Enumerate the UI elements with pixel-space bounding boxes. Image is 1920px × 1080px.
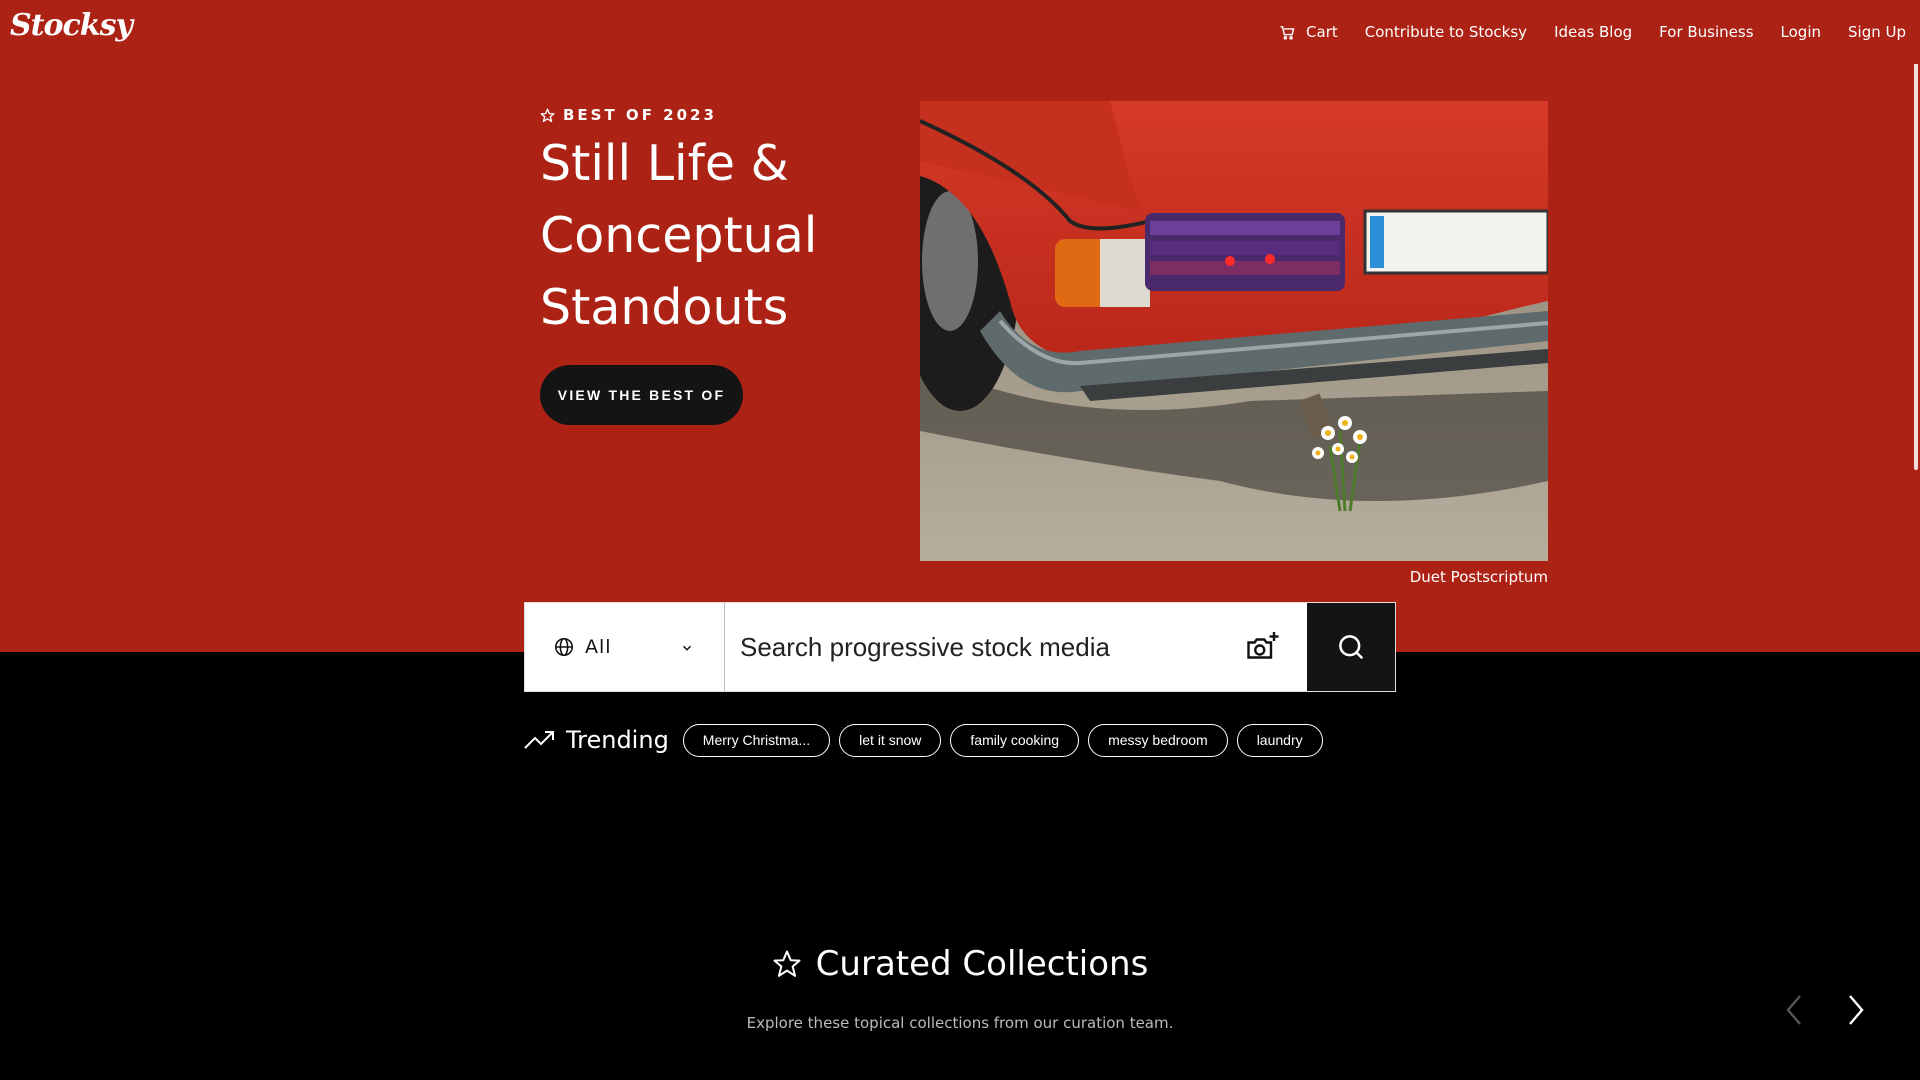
carousel-prev-button[interactable]: [1780, 992, 1810, 1028]
nav-cart[interactable]: Cart: [1279, 23, 1338, 41]
nav-contribute[interactable]: Contribute to Stocksy: [1365, 23, 1527, 41]
nav-links: Cart Contribute to Stocksy Ideas Blog Fo…: [1279, 0, 1906, 64]
trending-label: Trending: [524, 726, 669, 754]
star-icon: [773, 950, 801, 977]
search-icon: [1339, 635, 1364, 660]
search-type-label: All: [585, 636, 612, 658]
cart-icon: [1280, 25, 1295, 40]
search-input[interactable]: [725, 603, 1217, 691]
nav-ideas-blog[interactable]: Ideas Blog: [1554, 23, 1632, 41]
top-navigation: Stocksy Cart Contribute to Stocksy Ideas…: [0, 0, 1920, 64]
trending-tag[interactable]: Merry Christma...: [682, 723, 831, 757]
trending-row: Trending Merry Christma... let it snow f…: [524, 722, 1323, 758]
stocksy-logo[interactable]: Stocksy: [10, 8, 133, 43]
curated-subtitle: Explore these topical collections from o…: [746, 1014, 1174, 1032]
hero-section: BEST OF 2023 Still Life & Conceptual Sta…: [0, 0, 1920, 652]
nav-login[interactable]: Login: [1781, 23, 1821, 41]
chevron-left-icon: [1786, 995, 1801, 1025]
hero-title: Still Life & Conceptual Standouts: [540, 135, 818, 336]
camera-plus-icon: [1247, 632, 1279, 659]
trending-tag[interactable]: family cooking: [950, 723, 1080, 757]
star-icon: [540, 108, 555, 122]
image-credit[interactable]: Duet Postscriptum: [1410, 568, 1548, 586]
hero-image[interactable]: [920, 101, 1548, 561]
trending-tag[interactable]: messy bedroom: [1088, 723, 1228, 757]
trending-tag[interactable]: let it snow: [839, 723, 942, 757]
nav-sign-up[interactable]: Sign Up: [1848, 23, 1906, 41]
chevron-down-icon: [682, 645, 692, 651]
search-type-dropdown[interactable]: All: [525, 603, 725, 691]
hero-eyebrow-label: BEST OF 2023: [563, 106, 717, 124]
chevron-right-icon: [1849, 995, 1864, 1025]
page-scrollbar[interactable]: [1912, 0, 1920, 1080]
trending-tag[interactable]: laundry: [1236, 723, 1323, 757]
trending-up-icon: [524, 731, 554, 749]
curated-collections-heading: Curated Collections: [0, 944, 1920, 984]
hero-eyebrow: BEST OF 2023: [540, 106, 717, 124]
curated-title-text: Curated Collections: [815, 944, 1149, 984]
trending-tags: Merry Christma... let it snow family coo…: [682, 723, 1323, 757]
trending-text: Trending: [566, 726, 669, 754]
visual-search-button[interactable]: [1217, 603, 1307, 691]
scrollbar-thumb[interactable]: [1914, 4, 1918, 470]
search-submit-button[interactable]: [1307, 603, 1395, 691]
carousel-next-button[interactable]: [1840, 992, 1870, 1028]
search-bar: All: [524, 602, 1396, 692]
nav-cart-label: Cart: [1306, 23, 1338, 41]
view-best-of-button[interactable]: VIEW THE BEST OF: [540, 365, 743, 425]
globe-icon: [554, 637, 574, 657]
nav-for-business[interactable]: For Business: [1659, 23, 1753, 41]
